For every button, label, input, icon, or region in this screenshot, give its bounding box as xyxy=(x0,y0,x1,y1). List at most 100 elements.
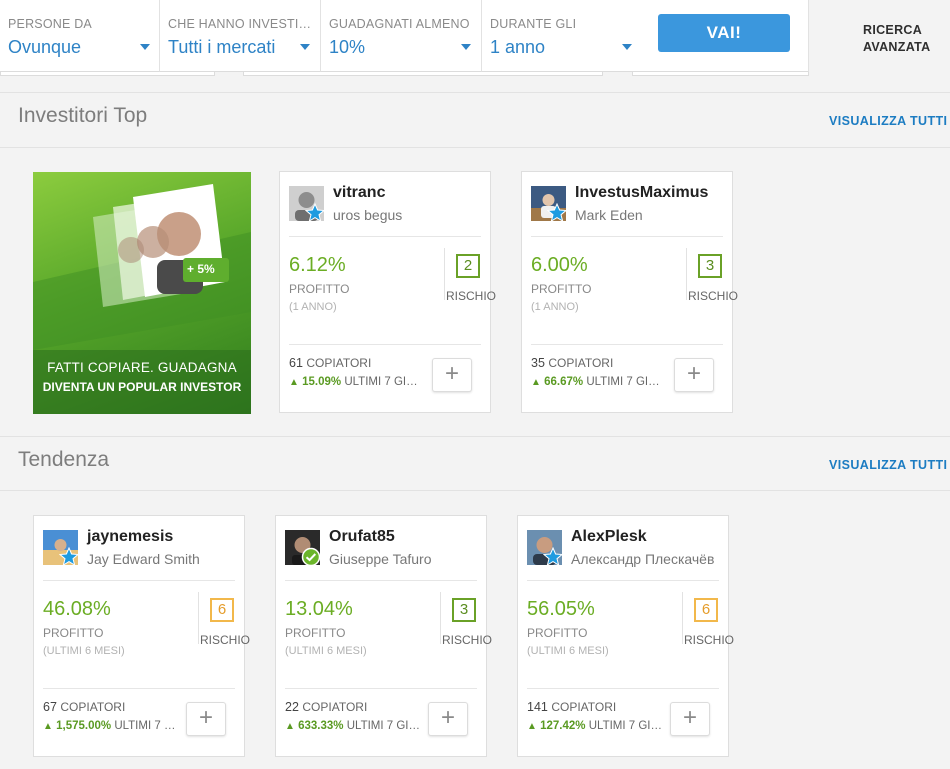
arrow-up-icon: ▲ xyxy=(289,377,299,388)
star-icon xyxy=(543,547,563,567)
investor-card[interactable]: AlexPlesk Александр Плескачёв 56.05% PRO… xyxy=(517,515,734,757)
copiers-label: COPIATORI xyxy=(60,700,126,714)
username[interactable]: Orufat85 xyxy=(329,528,395,546)
profit-label: PROFITTO xyxy=(285,626,346,640)
section-title-trending: Tendenza xyxy=(18,448,110,471)
section-title-top: Investitori Top xyxy=(18,104,148,127)
chevron-down-icon[interactable] xyxy=(622,44,632,50)
gain-value: 633.33% xyxy=(298,720,344,732)
copiers-label: COPIATORI xyxy=(548,356,614,370)
filter-during[interactable]: DURANTE GLI 1 anno xyxy=(482,0,643,72)
tab-strip-left xyxy=(0,72,215,76)
divider xyxy=(285,580,477,581)
divider xyxy=(682,592,683,644)
copiers: 141 COPIATORI xyxy=(527,700,616,714)
filter-gained-at-least[interactable]: GUADAGNATI ALMENO 10% xyxy=(321,0,482,72)
divider xyxy=(527,688,719,689)
filter-label: CHE HANNO INVESTITO IN xyxy=(168,17,313,31)
section-divider xyxy=(0,490,950,491)
username[interactable]: jaynemesis xyxy=(87,528,173,546)
copiers: 67 COPIATORI xyxy=(43,700,125,714)
copy-add-button[interactable]: + xyxy=(428,702,468,736)
copy-add-button[interactable]: + xyxy=(674,358,714,392)
risk-label: RISCHIO xyxy=(442,633,493,647)
risk-label: RISCHIO xyxy=(200,633,251,647)
advanced-search-link[interactable]: RICERCA AVANZATA xyxy=(863,22,930,56)
filter-value[interactable]: Tutti i mercati xyxy=(168,37,275,58)
profit-label: PROFITTO xyxy=(531,282,592,296)
tab-strip-right xyxy=(632,72,809,76)
username[interactable]: vitranc xyxy=(333,184,385,202)
filter-label: GUADAGNATI ALMENO xyxy=(329,17,470,31)
chevron-down-icon[interactable] xyxy=(300,44,310,50)
banner-percent-tag: + 5% xyxy=(187,262,215,276)
profit-label: PROFITTO xyxy=(289,282,350,296)
copiers: 22 COPIATORI xyxy=(285,700,367,714)
banner-line1: FATTI COPIARE. GUADAGNA xyxy=(47,360,237,375)
view-all-trending-link[interactable]: VISUALIZZA TUTTI xyxy=(829,458,947,472)
profit-period: (1 ANNO) xyxy=(289,301,337,313)
investor-card[interactable]: InvestusMaximus Mark Eden 6.00% PROFITTO… xyxy=(521,171,738,413)
copiers: 61 COPIATORI xyxy=(289,356,371,370)
filter-value[interactable]: 10% xyxy=(329,37,365,58)
profit-value: 46.08% xyxy=(43,598,111,620)
copiers: 35 COPIATORI xyxy=(531,356,613,370)
star-icon xyxy=(59,547,79,567)
username[interactable]: InvestusMaximus xyxy=(575,184,708,202)
copiers-count: 22 xyxy=(285,700,299,714)
filter-value[interactable]: Ovunque xyxy=(8,37,81,58)
copiers-label: COPIATORI xyxy=(302,700,368,714)
advanced-search-line2: AVANZATA xyxy=(863,40,931,54)
investor-card[interactable]: Orufat85 Giuseppe Tafuro 13.04% PROFITTO… xyxy=(275,515,492,757)
gain-value: 127.42% xyxy=(540,720,586,732)
divider xyxy=(43,580,235,581)
investor-card[interactable]: vitranc uros begus 6.12% PROFITTO (1 ANN… xyxy=(279,171,496,413)
arrow-up-icon: ▲ xyxy=(527,721,537,732)
section-divider xyxy=(0,436,950,437)
divider xyxy=(686,248,687,300)
copiers-count: 141 xyxy=(527,700,548,714)
copy-add-button[interactable]: + xyxy=(432,358,472,392)
arrow-up-icon: ▲ xyxy=(43,721,53,732)
go-button-cell: VAI! xyxy=(642,0,809,72)
gain-label: ULTIMI 7 GIORNI xyxy=(588,720,662,732)
arrow-up-icon: ▲ xyxy=(285,721,295,732)
copiers-label: COPIATORI xyxy=(551,700,617,714)
filter-bar: PERSONE DA Ovunque CHE HANNO INVESTITO I… xyxy=(0,0,950,76)
copiers-count: 35 xyxy=(531,356,545,370)
filter-people-from[interactable]: PERSONE DA Ovunque xyxy=(0,0,160,72)
gain-value: 1,575.00% xyxy=(56,720,112,732)
username[interactable]: AlexPlesk xyxy=(571,528,647,546)
risk-score: 3 xyxy=(452,598,476,622)
chevron-down-icon[interactable] xyxy=(461,44,471,50)
investor-card[interactable]: jaynemesis Jay Edward Smith 46.08% PROFI… xyxy=(33,515,250,757)
filter-invested-in[interactable]: CHE HANNO INVESTITO IN Tutti i mercati xyxy=(160,0,321,72)
divider xyxy=(531,236,723,237)
gain-value: 66.67% xyxy=(544,376,584,388)
weekly-gain: ▲ 66.67% ULTIMI 7 GIORNI xyxy=(531,376,666,388)
check-icon xyxy=(301,547,321,567)
filter-value[interactable]: 1 anno xyxy=(490,37,545,58)
chevron-down-icon[interactable] xyxy=(140,44,150,50)
gain-label: ULTIMI 7 GIORNI xyxy=(344,376,424,388)
star-icon xyxy=(547,203,567,223)
filter-label: PERSONE DA xyxy=(8,17,92,31)
divider xyxy=(527,580,719,581)
go-button[interactable]: VAI! xyxy=(658,14,790,52)
popular-investor-banner[interactable]: + 5% FATTI COPIARE. GUADAGNA DIVENTA UN … xyxy=(33,172,251,414)
profit-value: 56.05% xyxy=(527,598,595,620)
banner-line2: DIVENTA UN POPULAR INVESTOR xyxy=(42,380,242,394)
copiers-count: 61 xyxy=(289,356,303,370)
profit-label: PROFITTO xyxy=(527,626,588,640)
copiers-label: COPIATORI xyxy=(306,356,372,370)
weekly-gain: ▲ 633.33% ULTIMI 7 GIORNI xyxy=(285,720,420,732)
profit-period: (ULTIMI 6 MESI) xyxy=(43,645,125,657)
copy-add-button[interactable]: + xyxy=(670,702,710,736)
star-icon xyxy=(305,203,325,223)
tab-strip-middle xyxy=(243,72,603,76)
profit-value: 6.12% xyxy=(289,254,346,276)
divider xyxy=(43,688,235,689)
view-all-top-link[interactable]: VISUALIZZA TUTTI xyxy=(829,114,947,128)
copy-add-button[interactable]: + xyxy=(186,702,226,736)
gain-value: 15.09% xyxy=(302,376,342,388)
